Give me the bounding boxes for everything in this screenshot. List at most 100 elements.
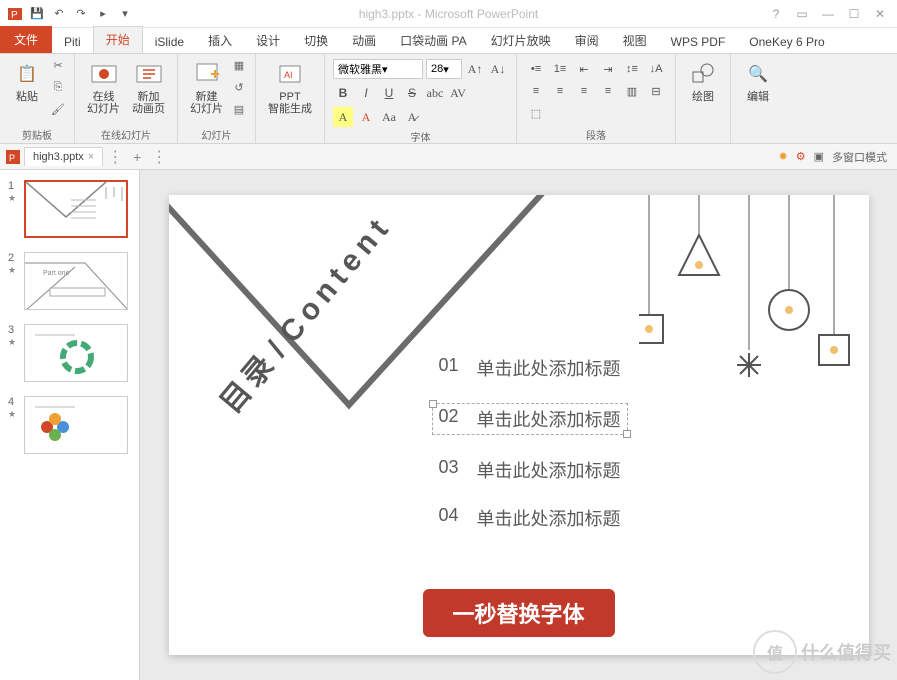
layout-icon[interactable]: ▦ [231, 57, 247, 73]
increase-font-icon[interactable]: A↑ [465, 59, 485, 79]
thumbnail-4[interactable] [24, 396, 128, 454]
quick-access-toolbar: P 💾 ↶ ↷ ▸ ▾ [0, 5, 134, 23]
svg-text:P: P [11, 10, 18, 21]
indent-decrease-button[interactable]: ⇤ [573, 59, 595, 79]
tab-onekey[interactable]: OneKey 6 Pro [737, 31, 836, 53]
new-animation-page-button[interactable]: 新加 动画页 [128, 57, 169, 117]
tab-options-icon[interactable]: ⋮ [107, 147, 123, 167]
reset-icon[interactable]: ↺ [231, 79, 247, 95]
slide-canvas[interactable]: 目录/Content 01单击此处添加标题 02单击此处添加标题 03单击此处添… [140, 170, 897, 680]
gear-icon[interactable]: ✹ [779, 150, 788, 163]
thumbnail-2[interactable]: Part one [24, 252, 128, 310]
align-text-button[interactable]: ⊟ [645, 81, 667, 101]
tab-pocket[interactable]: 口袋动画 PA [388, 28, 478, 53]
align-center-button[interactable]: ≡ [549, 81, 571, 101]
ppt-smart-gen-button[interactable]: AI PPT 智能生成 [264, 57, 316, 117]
ribbon: 📋 粘贴 ✂ ⎘ 🖌 剪贴板 在线 幻灯片 新加 动画页 在线幻灯片 [0, 54, 897, 144]
new-anim-icon [134, 59, 164, 89]
multi-window-icon: ▣ [814, 150, 824, 163]
minimize-icon[interactable]: — [821, 7, 835, 21]
tab-review[interactable]: 审阅 [563, 28, 611, 53]
italic-button[interactable]: I [356, 83, 376, 103]
align-right-button[interactable]: ≡ [573, 81, 595, 101]
toc-item-4[interactable]: 04单击此处添加标题 [439, 505, 628, 531]
copy-icon[interactable]: ⎘ [50, 79, 66, 95]
online-slides-button[interactable]: 在线 幻灯片 [83, 57, 124, 117]
start-slideshow-icon[interactable]: ▸ [94, 5, 112, 23]
redo-icon[interactable]: ↷ [72, 5, 90, 23]
underline-button[interactable]: U [379, 83, 399, 103]
convert-smartart-button[interactable]: ⬚ [525, 103, 547, 123]
group-slides: 新建 幻灯片 ▦ ↺ ▤ 幻灯片 [178, 54, 256, 143]
tab-view[interactable]: 视图 [611, 28, 659, 53]
document-tab[interactable]: high3.pptx × [24, 147, 103, 166]
tab-islide[interactable]: iSlide [143, 31, 196, 53]
text-direction-button[interactable]: ↓A [645, 59, 667, 79]
toc-item-3[interactable]: 03单击此处添加标题 [439, 457, 628, 483]
columns-button[interactable]: ▥ [621, 81, 643, 101]
settings-icon[interactable]: ⚙ [796, 150, 806, 163]
main-area: 1★ 2★ Part one 3★ 4★ [0, 170, 897, 680]
highlight-button[interactable]: A [333, 107, 353, 127]
thumbnail-1[interactable] [24, 180, 128, 238]
close-icon[interactable]: ✕ [873, 7, 887, 21]
justify-button[interactable]: ≡ [597, 81, 619, 101]
ribbon-options-icon[interactable]: ▭ [795, 7, 809, 21]
svg-text:Part one: Part one [43, 270, 70, 277]
multi-window-label[interactable]: 多窗口模式 [832, 149, 887, 165]
paste-icon: 📋 [12, 59, 42, 89]
document-tabs: P high3.pptx × ⋮ + ⋮ ✹ ⚙ ▣ 多窗口模式 [0, 144, 897, 170]
maximize-icon[interactable]: ☐ [847, 7, 861, 21]
cut-icon[interactable]: ✂ [50, 57, 66, 73]
format-painter-icon[interactable]: 🖌 [50, 101, 66, 117]
tab-wps[interactable]: WPS PDF [659, 31, 738, 53]
shapes-icon [688, 59, 718, 89]
font-color-button[interactable]: A [356, 107, 376, 127]
align-left-button[interactable]: ≡ [525, 81, 547, 101]
window-controls: ? ▭ — ☐ ✕ [769, 7, 897, 21]
char-spacing-button[interactable]: AV [448, 83, 468, 103]
tab-transition[interactable]: 切换 [292, 28, 340, 53]
tab-animation[interactable]: 动画 [340, 28, 388, 53]
slide[interactable]: 目录/Content 01单击此处添加标题 02单击此处添加标题 03单击此处添… [169, 195, 869, 655]
toc-item-1[interactable]: 01单击此处添加标题 [439, 355, 628, 381]
indent-increase-button[interactable]: ⇥ [597, 59, 619, 79]
section-icon[interactable]: ▤ [231, 101, 247, 117]
toc-list: 01单击此处添加标题 02单击此处添加标题 03单击此处添加标题 04单击此处添… [439, 355, 628, 553]
drawing-button[interactable]: 绘图 [684, 57, 722, 105]
decrease-font-icon[interactable]: A↓ [488, 59, 508, 79]
tab-file[interactable]: 文件 [0, 26, 52, 53]
editing-button[interactable]: 🔍 编辑 [739, 57, 777, 105]
group-ppt-gen: AI PPT 智能生成 [256, 54, 325, 143]
tab-slideshow[interactable]: 幻灯片放映 [479, 28, 563, 53]
undo-icon[interactable]: ↶ [50, 5, 68, 23]
qat-more-icon[interactable]: ▾ [116, 5, 134, 23]
change-case-button[interactable]: Aa [379, 107, 399, 127]
bullets-button[interactable]: •≡ [525, 59, 547, 79]
font-name-combo[interactable]: 微软雅黑 ▾ [333, 59, 423, 79]
svg-text:P: P [9, 153, 15, 163]
numbering-button[interactable]: 1≡ [549, 59, 571, 79]
tab-design[interactable]: 设计 [244, 28, 292, 53]
save-icon[interactable]: 💾 [28, 5, 46, 23]
tab-piti[interactable]: Piti [52, 31, 93, 53]
close-tab-icon[interactable]: × [88, 151, 94, 163]
line-spacing-button[interactable]: ↕≡ [621, 59, 643, 79]
tab-insert[interactable]: 插入 [196, 28, 244, 53]
tab-home[interactable]: 开始 [93, 26, 143, 53]
add-tab-button[interactable]: + [127, 149, 147, 165]
new-slide-button[interactable]: 新建 幻灯片 [186, 57, 227, 117]
group-drawing: 绘图 [676, 54, 731, 143]
thumbnail-3[interactable] [24, 324, 128, 382]
tab-more-icon[interactable]: ⋮ [151, 147, 167, 167]
bold-button[interactable]: B [333, 83, 353, 103]
paste-button[interactable]: 📋 粘贴 [8, 57, 46, 105]
shadow-button[interactable]: abc [425, 83, 445, 103]
ppt-gen-icon: AI [275, 59, 305, 89]
powerpoint-icon: P [6, 5, 24, 23]
toc-item-2-selected[interactable]: 02单击此处添加标题 [432, 403, 628, 435]
font-size-combo[interactable]: 28 ▾ [426, 59, 462, 79]
help-icon[interactable]: ? [769, 7, 783, 21]
clear-format-button[interactable]: A̷ [402, 107, 422, 127]
strikethrough-button[interactable]: S [402, 83, 422, 103]
